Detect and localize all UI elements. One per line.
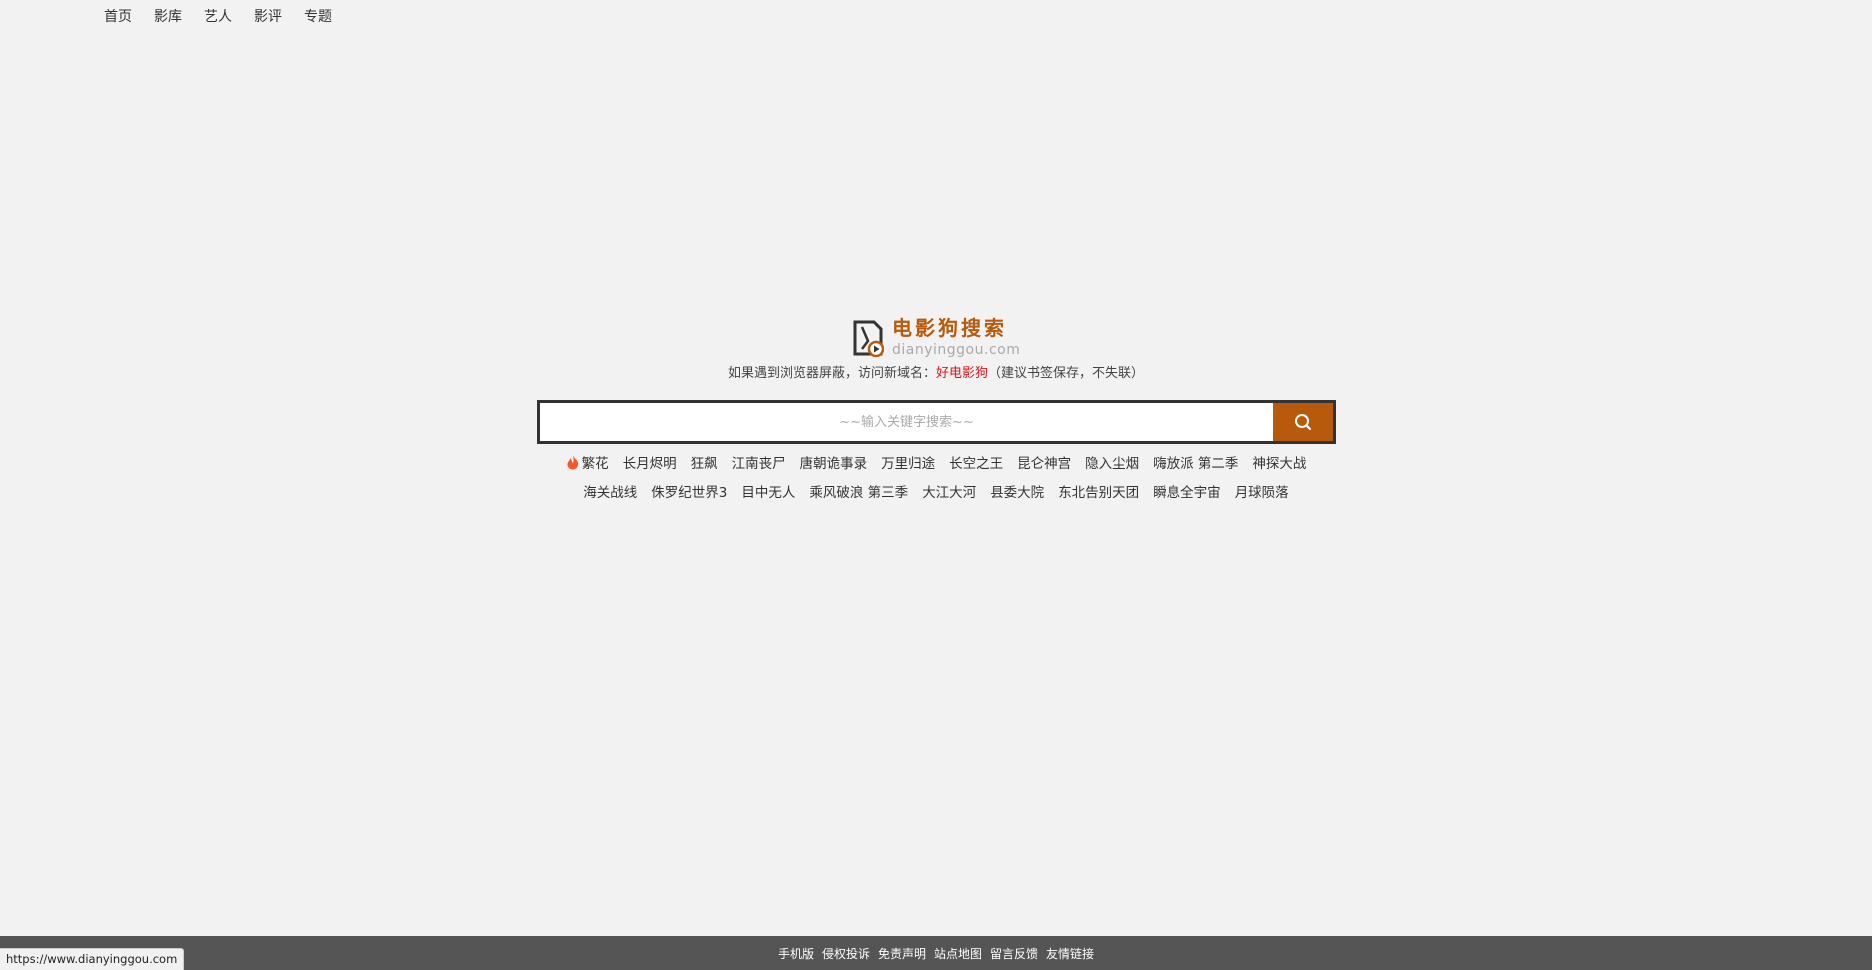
hot-search-item[interactable]: 昆仑神宫 [1017, 452, 1071, 472]
hot-search-item[interactable]: 狂飙 [691, 452, 718, 472]
logo-icon [853, 320, 884, 357]
footer-friend-links[interactable]: 友情链接 [1046, 945, 1094, 962]
notice-prefix: 如果遇到浏览器屏蔽，访问新域名： [727, 366, 936, 381]
top-nav: 首页 影库 艺人 影评 专题 [104, 6, 332, 26]
hot-search-item[interactable]: 目中无人 [741, 481, 795, 501]
search-input[interactable] [540, 403, 1273, 441]
hot-search-row-1: 繁花 长月烬明 狂飙 江南丧尸 唐朝诡事录 万里归途 长空之王 昆仑神宫 隐入尘… [0, 452, 1872, 472]
hot-search-item[interactable]: 瞬息全宇宙 [1153, 481, 1221, 501]
fire-icon [567, 455, 578, 470]
footer: 手机版 侵权投诉 免责声明 站点地图 留言反馈 友情链接 [0, 936, 1872, 970]
footer-mobile-link[interactable]: 手机版 [778, 945, 814, 962]
status-bar-url: https://www.dianyinggou.com [0, 948, 185, 970]
hot-search-item[interactable]: 江南丧尸 [732, 452, 786, 472]
hot-search-item[interactable]: 乘风破浪 第三季 [809, 481, 908, 501]
footer-feedback-link[interactable]: 留言反馈 [990, 945, 1038, 962]
nav-topics[interactable]: 专题 [304, 6, 332, 26]
search-box [537, 400, 1336, 444]
new-domain-link[interactable]: 好电影狗 [936, 366, 988, 381]
hot-search-item[interactable]: 侏罗纪世界3 [651, 481, 727, 501]
hot-search-item[interactable]: 县委大院 [990, 481, 1044, 501]
site-logo[interactable]: 电影狗搜索 dianyinggou.com [852, 318, 1020, 357]
hot-search-item[interactable]: 神探大战 [1252, 452, 1306, 472]
hot-search-item[interactable]: 大江大河 [922, 481, 976, 501]
hot-search-item[interactable]: 嗨放派 第二季 [1153, 452, 1238, 472]
hot-search-row-2: 海关战线 侏罗纪世界3 目中无人 乘风破浪 第三季 大江大河 县委大院 东北告别… [0, 481, 1872, 501]
hot-search-item[interactable]: 长空之王 [949, 452, 1003, 472]
nav-library[interactable]: 影库 [154, 6, 182, 26]
footer-disclaimer-link[interactable]: 免责声明 [878, 945, 926, 962]
footer-complaint-link[interactable]: 侵权投诉 [822, 945, 870, 962]
hot-search-item[interactable]: 隐入尘烟 [1085, 452, 1139, 472]
search-button[interactable] [1273, 403, 1333, 441]
logo-title: 电影狗搜索 [892, 316, 1007, 340]
domain-notice: 如果遇到浏览器屏蔽，访问新域名：好电影狗（建议书签保存，不失联） [0, 362, 1872, 381]
hot-search-item[interactable]: 海关战线 [583, 481, 637, 501]
logo-domain: dianyinggou.com [892, 342, 1021, 358]
nav-home[interactable]: 首页 [104, 6, 132, 26]
hot-search-item[interactable]: 长月烬明 [623, 452, 677, 472]
nav-reviews[interactable]: 影评 [254, 6, 282, 26]
search-icon [1295, 414, 1311, 430]
hot-search-item[interactable]: 唐朝诡事录 [800, 452, 868, 472]
hot-search-item[interactable]: 繁花 [582, 452, 609, 472]
hot-search-item[interactable]: 东北告别天团 [1058, 481, 1139, 501]
hot-search-item[interactable]: 月球陨落 [1235, 481, 1289, 501]
hot-search-item[interactable]: 万里归途 [881, 452, 935, 472]
notice-suffix: （建议书签保存，不失联） [988, 366, 1145, 381]
footer-sitemap-link[interactable]: 站点地图 [934, 945, 982, 962]
nav-artists[interactable]: 艺人 [204, 6, 232, 26]
